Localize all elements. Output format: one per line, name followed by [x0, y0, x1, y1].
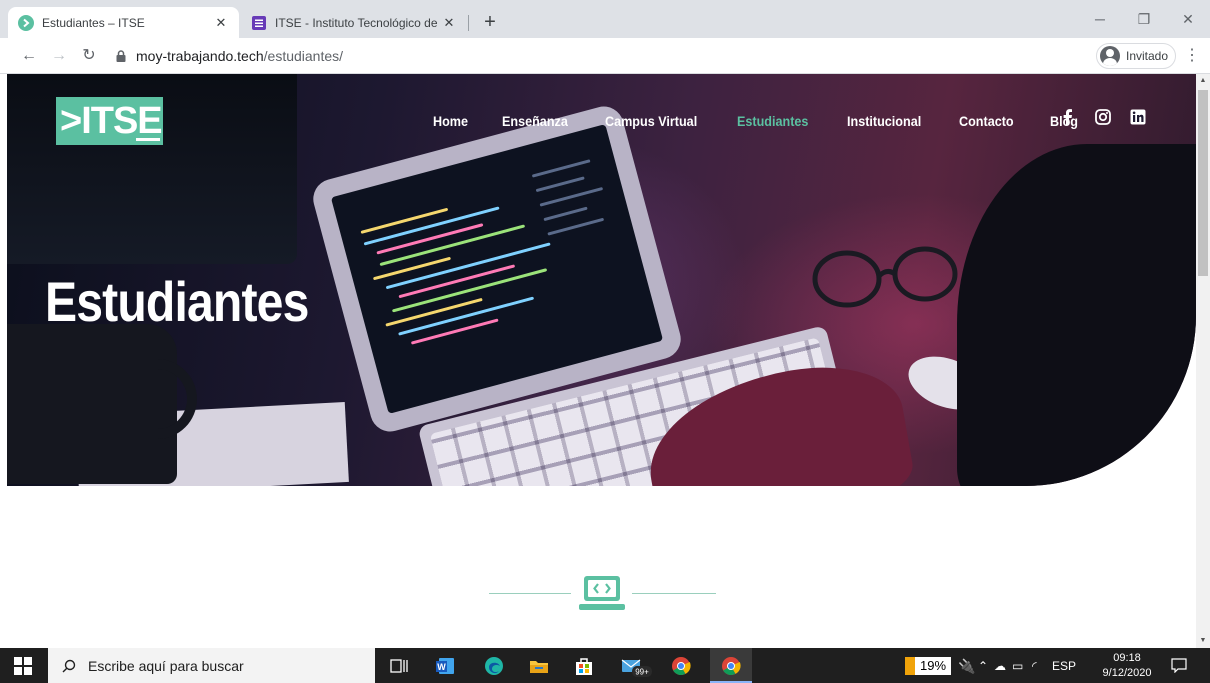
glasses-image — [812, 246, 958, 308]
search-icon — [62, 659, 76, 672]
mail-badge-icon[interactable]: 99+ — [620, 655, 652, 677]
new-tab-button[interactable]: + — [478, 11, 502, 35]
power-plug-icon[interactable]: 🔌 — [958, 657, 975, 675]
person-silhouette-image — [957, 144, 1196, 486]
restore-icon[interactable]: ❐ — [1122, 0, 1166, 38]
nav-campus-virtual[interactable]: Campus Virtual — [605, 113, 697, 129]
search-placeholder: Escribe aquí para buscar — [88, 657, 244, 674]
clock-date: 9/12/2020 — [1102, 667, 1152, 679]
laptop-code-icon — [579, 576, 625, 610]
browser-tab-strip: Estudiantes – ITSE ✕ ITSE - Instituto Te… — [0, 0, 1210, 38]
windows-start-icon[interactable] — [14, 657, 32, 675]
wifi-icon[interactable]: ◜ — [1032, 657, 1037, 675]
close-window-icon[interactable]: ✕ — [1166, 0, 1210, 38]
chrome-active-taskbar-item[interactable] — [710, 648, 752, 683]
main-navigation: Home Enseñanza Campus Virtual Estudiante… — [433, 111, 1111, 131]
back-arrow-icon[interactable]: ← — [17, 44, 41, 68]
logo-underline — [136, 138, 160, 141]
store-badge: 99+ — [635, 668, 649, 677]
code-screen-image — [330, 124, 664, 414]
tab-estudiantes[interactable]: Estudiantes – ITSE ✕ — [8, 7, 239, 38]
url-path: /estudiantes/ — [263, 48, 344, 64]
nav-contacto[interactable]: Contacto — [959, 113, 1014, 129]
nav-institucional[interactable]: Institucional — [847, 113, 921, 129]
chevron-up-icon[interactable]: ⌃ — [978, 657, 988, 675]
page-scrollbar[interactable]: ▲ ▼ — [1196, 74, 1210, 648]
forward-arrow-icon[interactable]: → — [47, 44, 71, 68]
network-icon[interactable]: ▭ — [1012, 657, 1023, 675]
nav-ensenanza[interactable]: Enseñanza — [502, 113, 568, 129]
taskbar-clock[interactable]: 09:18 9/12/2020 — [1098, 651, 1156, 681]
profile-label: Invitado — [1126, 49, 1169, 63]
page-title: Estudiantes — [45, 270, 309, 333]
section-divider-right — [632, 593, 716, 594]
svg-text:W: W — [437, 662, 446, 672]
site-favicon-icon — [18, 14, 34, 31]
lock-icon — [116, 50, 126, 62]
reload-icon[interactable]: ↻ — [77, 44, 101, 68]
clock-time: 09:18 — [1113, 652, 1141, 664]
task-view-icon[interactable] — [388, 655, 410, 677]
address-bar[interactable]: moy-trabajando.tech/estudiantes/ — [110, 44, 1090, 68]
file-explorer-icon[interactable] — [528, 655, 550, 677]
language-indicator[interactable]: ESP — [1052, 657, 1076, 675]
instagram-icon[interactable] — [1094, 108, 1112, 126]
section-divider-left — [489, 593, 571, 594]
page-viewport: >ITSE Home Enseñanza Campus Virtual Estu… — [0, 74, 1196, 648]
nav-home[interactable]: Home — [433, 113, 468, 129]
notifications-icon[interactable] — [1170, 657, 1188, 673]
store-icon[interactable] — [573, 655, 595, 677]
windows-taskbar: Escribe aquí para buscar W 99+ 19% 🔌 ⌃ ☁… — [0, 648, 1210, 683]
scroll-up-icon[interactable]: ▲ — [1196, 74, 1210, 88]
browser-toolbar: ← → ↻ moy-trabajando.tech/estudiantes/ I… — [0, 38, 1210, 74]
word-icon[interactable]: W — [435, 655, 457, 677]
mug-image — [7, 324, 177, 484]
tab-itse-forms[interactable]: ITSE - Instituto Tecnológico de Se ✕ — [241, 7, 467, 38]
chrome-icon — [722, 657, 741, 676]
tab-title: ITSE - Instituto Tecnológico de Se — [275, 15, 441, 30]
battery-percentage[interactable]: 19% — [905, 657, 951, 675]
edge-icon[interactable] — [483, 655, 505, 677]
taskbar-search-input[interactable]: Escribe aquí para buscar — [48, 648, 375, 683]
onedrive-icon[interactable]: ☁ — [994, 657, 1006, 675]
close-tab-icon[interactable]: ✕ — [441, 15, 457, 31]
logo-text: >ITSE — [60, 100, 163, 142]
tab-separator — [468, 15, 469, 31]
hero-banner: >ITSE Home Enseñanza Campus Virtual Estu… — [7, 74, 1196, 486]
linkedin-icon[interactable] — [1129, 108, 1147, 126]
profile-button[interactable]: Invitado — [1096, 43, 1176, 69]
url-host: moy-trabajando.tech — [136, 48, 264, 64]
scroll-down-icon[interactable]: ▼ — [1196, 634, 1210, 648]
forms-favicon-icon — [252, 15, 266, 30]
facebook-icon[interactable] — [1059, 108, 1077, 126]
minimize-icon[interactable]: ─ — [1078, 0, 1122, 38]
close-tab-icon[interactable]: ✕ — [213, 15, 229, 31]
tab-title: Estudiantes – ITSE — [42, 15, 145, 30]
guest-avatar-icon — [1100, 46, 1120, 66]
site-logo[interactable]: >ITSE — [56, 97, 163, 145]
chrome-icon[interactable] — [670, 655, 692, 677]
scrollbar-thumb[interactable] — [1198, 90, 1208, 276]
nav-estudiantes[interactable]: Estudiantes — [737, 113, 808, 129]
more-menu-icon[interactable]: ⋮ — [1184, 44, 1200, 68]
